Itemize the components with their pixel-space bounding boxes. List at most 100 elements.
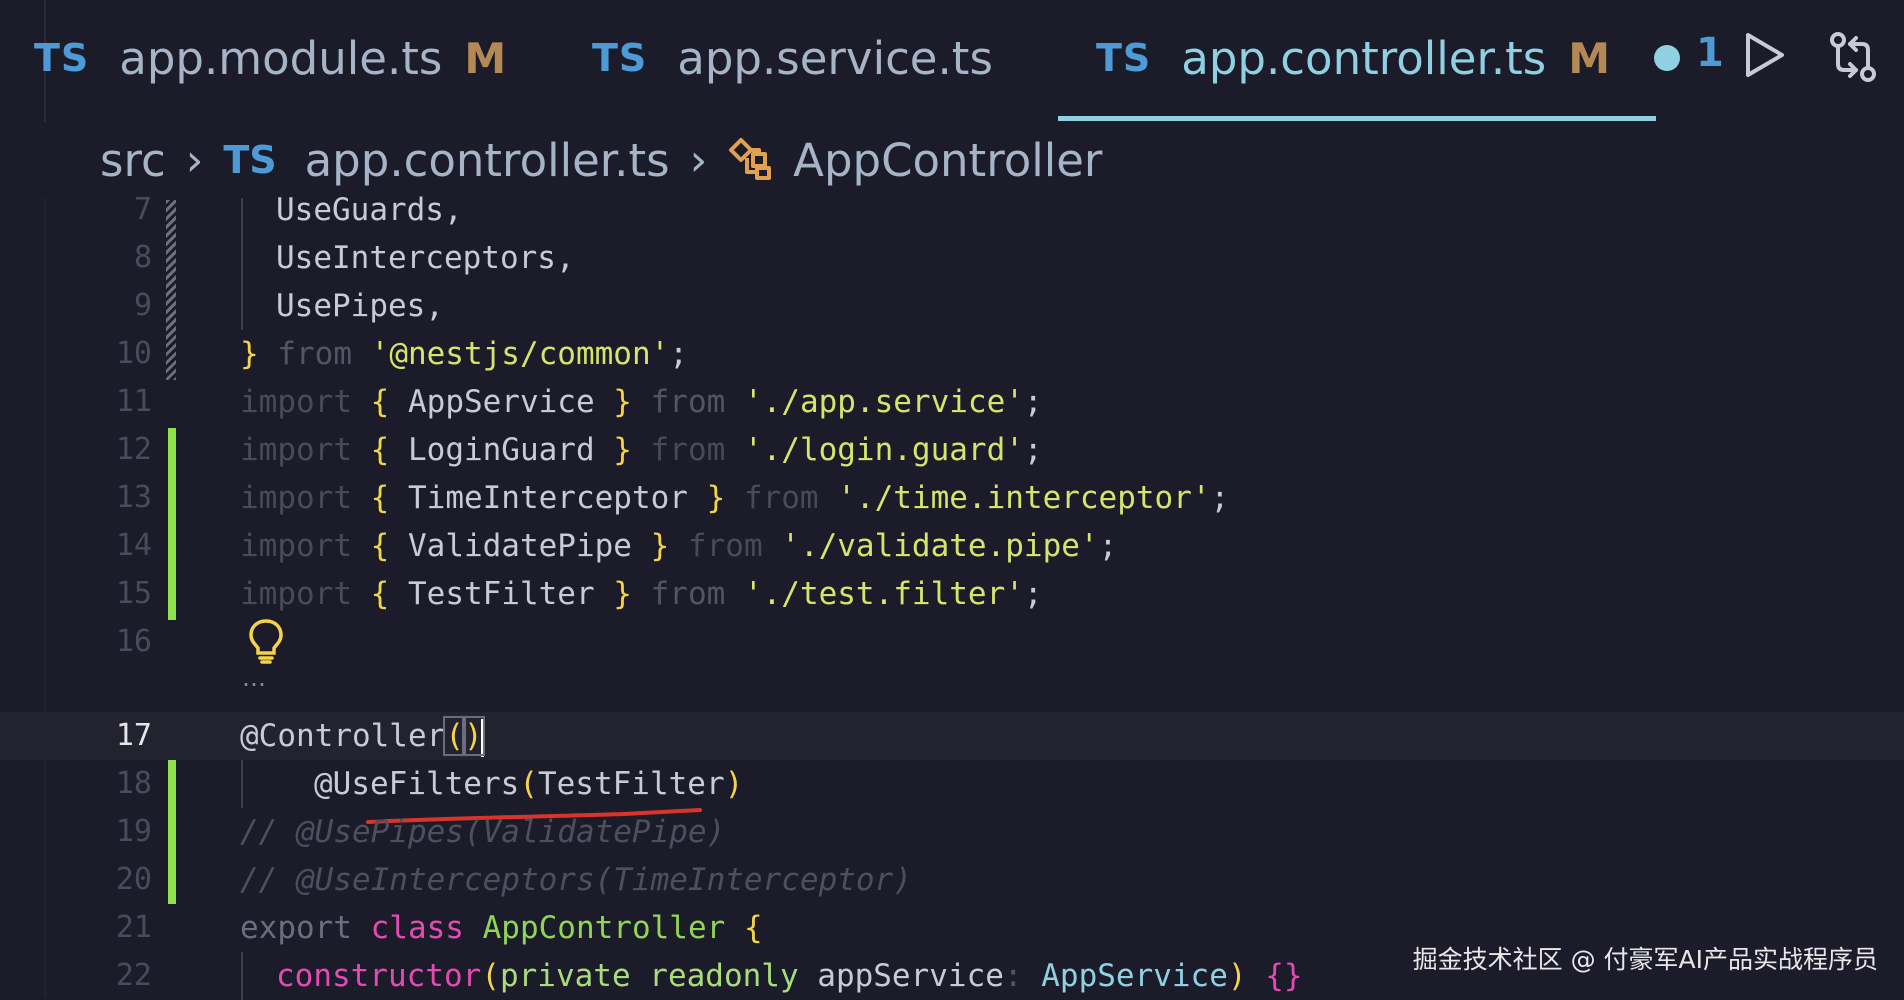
breadcrumb-symbol[interactable]: AppController: [793, 134, 1102, 187]
token: }: [613, 384, 632, 420]
token: ;: [1023, 432, 1043, 468]
play-icon[interactable]: [1740, 30, 1788, 84]
token: '@nestjs/common': [370, 336, 670, 372]
token: constructor: [276, 958, 482, 994]
line-number: 9: [133, 288, 152, 323]
typescript-file-icon: TS: [223, 138, 277, 182]
token: from: [631, 432, 744, 468]
typescript-file-icon: TS: [1096, 36, 1152, 80]
git-compare-icon[interactable]: [1826, 30, 1880, 88]
token: TestFilter: [537, 766, 725, 802]
token: @UseFilters: [314, 766, 520, 802]
modified-indicator: M: [464, 33, 507, 83]
active-tab-underline: [1058, 116, 1656, 121]
token: ): [724, 766, 744, 802]
token: }: [240, 336, 259, 372]
token: './app.service': [743, 384, 1024, 420]
token: import: [240, 576, 371, 612]
code-line[interactable]: 18 @UseFilters(TestFilter): [0, 760, 1904, 808]
code-line-current[interactable]: 17 @Controller(): [0, 712, 1904, 760]
token: ;: [1023, 384, 1043, 420]
token: {}: [1265, 958, 1303, 994]
line-number: 17: [115, 718, 152, 753]
code-line[interactable]: 19 // @UsePipes(ValidatePipe): [0, 808, 1904, 856]
token: from: [258, 336, 371, 372]
token: {: [370, 432, 390, 468]
code-line[interactable]: 15 import { TestFilter } from './test.fi…: [0, 570, 1904, 618]
code-line[interactable]: 8 UseInterceptors,: [0, 234, 1904, 282]
folded-ellipsis[interactable]: …: [242, 664, 266, 692]
code-line[interactable]: 11 import { AppService } from './app.ser…: [0, 378, 1904, 426]
token: (: [519, 766, 538, 802]
line-number: 14: [115, 528, 152, 563]
code-text: import { LoginGuard } from './login.guar…: [240, 426, 1043, 474]
code-line[interactable]: 13 import { TimeInterceptor } from './ti…: [0, 474, 1904, 522]
token: {: [370, 528, 390, 564]
code-text: UseGuards,: [276, 192, 463, 228]
token: }: [613, 576, 632, 612]
text-cursor: [480, 718, 484, 757]
code-line[interactable]: 9 UsePipes,: [0, 282, 1904, 330]
token: ;: [1210, 480, 1230, 516]
typescript-file-icon: TS: [592, 36, 648, 80]
breadcrumb-file[interactable]: app.controller.ts: [305, 134, 670, 187]
code-text: import { ValidatePipe } from './validate…: [240, 522, 1117, 570]
code-text: @Controller(): [240, 712, 485, 760]
token: './validate.pipe': [781, 528, 1099, 564]
tab-overflow-indicator[interactable]: 1: [1696, 30, 1724, 76]
code-line[interactable]: 12 import { LoginGuard } from './login.g…: [0, 426, 1904, 474]
line-number: 12: [115, 432, 152, 467]
token: {: [743, 910, 763, 946]
token: }: [613, 432, 632, 468]
line-number: 13: [115, 480, 152, 515]
token: appService: [817, 958, 1004, 994]
token: AppController: [482, 910, 744, 946]
token: ;: [1098, 528, 1118, 564]
token: import: [240, 432, 371, 468]
tab-label: app.service.ts: [677, 31, 993, 85]
code-line[interactable]: 10 } from '@nestjs/common';: [0, 330, 1904, 378]
code-line[interactable]: 14 import { ValidatePipe } from './valid…: [0, 522, 1904, 570]
code-comment: // @UseInterceptors(TimeInterceptor): [240, 862, 912, 898]
line-number: 15: [115, 576, 152, 611]
line-number: 20: [115, 862, 152, 897]
token: LoginGuard: [389, 432, 614, 468]
code-text: } from '@nestjs/common';: [240, 330, 688, 378]
unsaved-dot-icon[interactable]: [1654, 45, 1681, 71]
code-line[interactable]: 16 …: [0, 618, 1904, 708]
line-number: 11: [115, 384, 152, 419]
token: ): [1227, 958, 1247, 994]
tab-app-module[interactable]: TS app.module.ts M: [34, 28, 506, 88]
code-editor[interactable]: 7 UseGuards, 8 UseInterceptors, 9 UsePip…: [0, 192, 1904, 1000]
line-number: 19: [115, 814, 152, 849]
token: ;: [669, 336, 688, 372]
token: :: [1003, 958, 1042, 994]
class-icon: [727, 136, 775, 184]
token: ValidatePipe: [389, 528, 651, 564]
token: import: [240, 480, 371, 516]
token: }: [650, 528, 670, 564]
line-number: 8: [133, 240, 152, 275]
token: (: [443, 716, 466, 756]
tab-app-service[interactable]: TS app.service.ts: [592, 28, 993, 88]
token: AppService: [1041, 958, 1228, 994]
code-line[interactable]: 20 // @UseInterceptors(TimeInterceptor): [0, 856, 1904, 904]
token: TestFilter: [389, 576, 614, 612]
token: private: [499, 958, 650, 994]
code-line[interactable]: 7 UseGuards,: [0, 186, 1904, 234]
token: }: [706, 480, 726, 516]
lightbulb-icon[interactable]: [248, 618, 284, 668]
chevron-right-icon: ›: [689, 134, 708, 186]
token: (: [481, 958, 500, 994]
line-number: 18: [115, 766, 152, 801]
typescript-file-icon: TS: [34, 36, 90, 80]
code-text: constructor(private readonly appService:…: [276, 952, 1303, 1000]
token: from: [631, 576, 744, 612]
code-comment: // @UsePipes(ValidatePipe): [240, 814, 726, 850]
breadcrumb-folder[interactable]: src: [100, 134, 166, 187]
token: './time.interceptor': [837, 480, 1211, 516]
tab-app-controller[interactable]: TS app.controller.ts M: [1096, 28, 1681, 88]
token: './login.guard': [743, 432, 1024, 468]
token: AppService: [389, 384, 614, 420]
code-text: import { TimeInterceptor } from './time.…: [240, 474, 1229, 522]
